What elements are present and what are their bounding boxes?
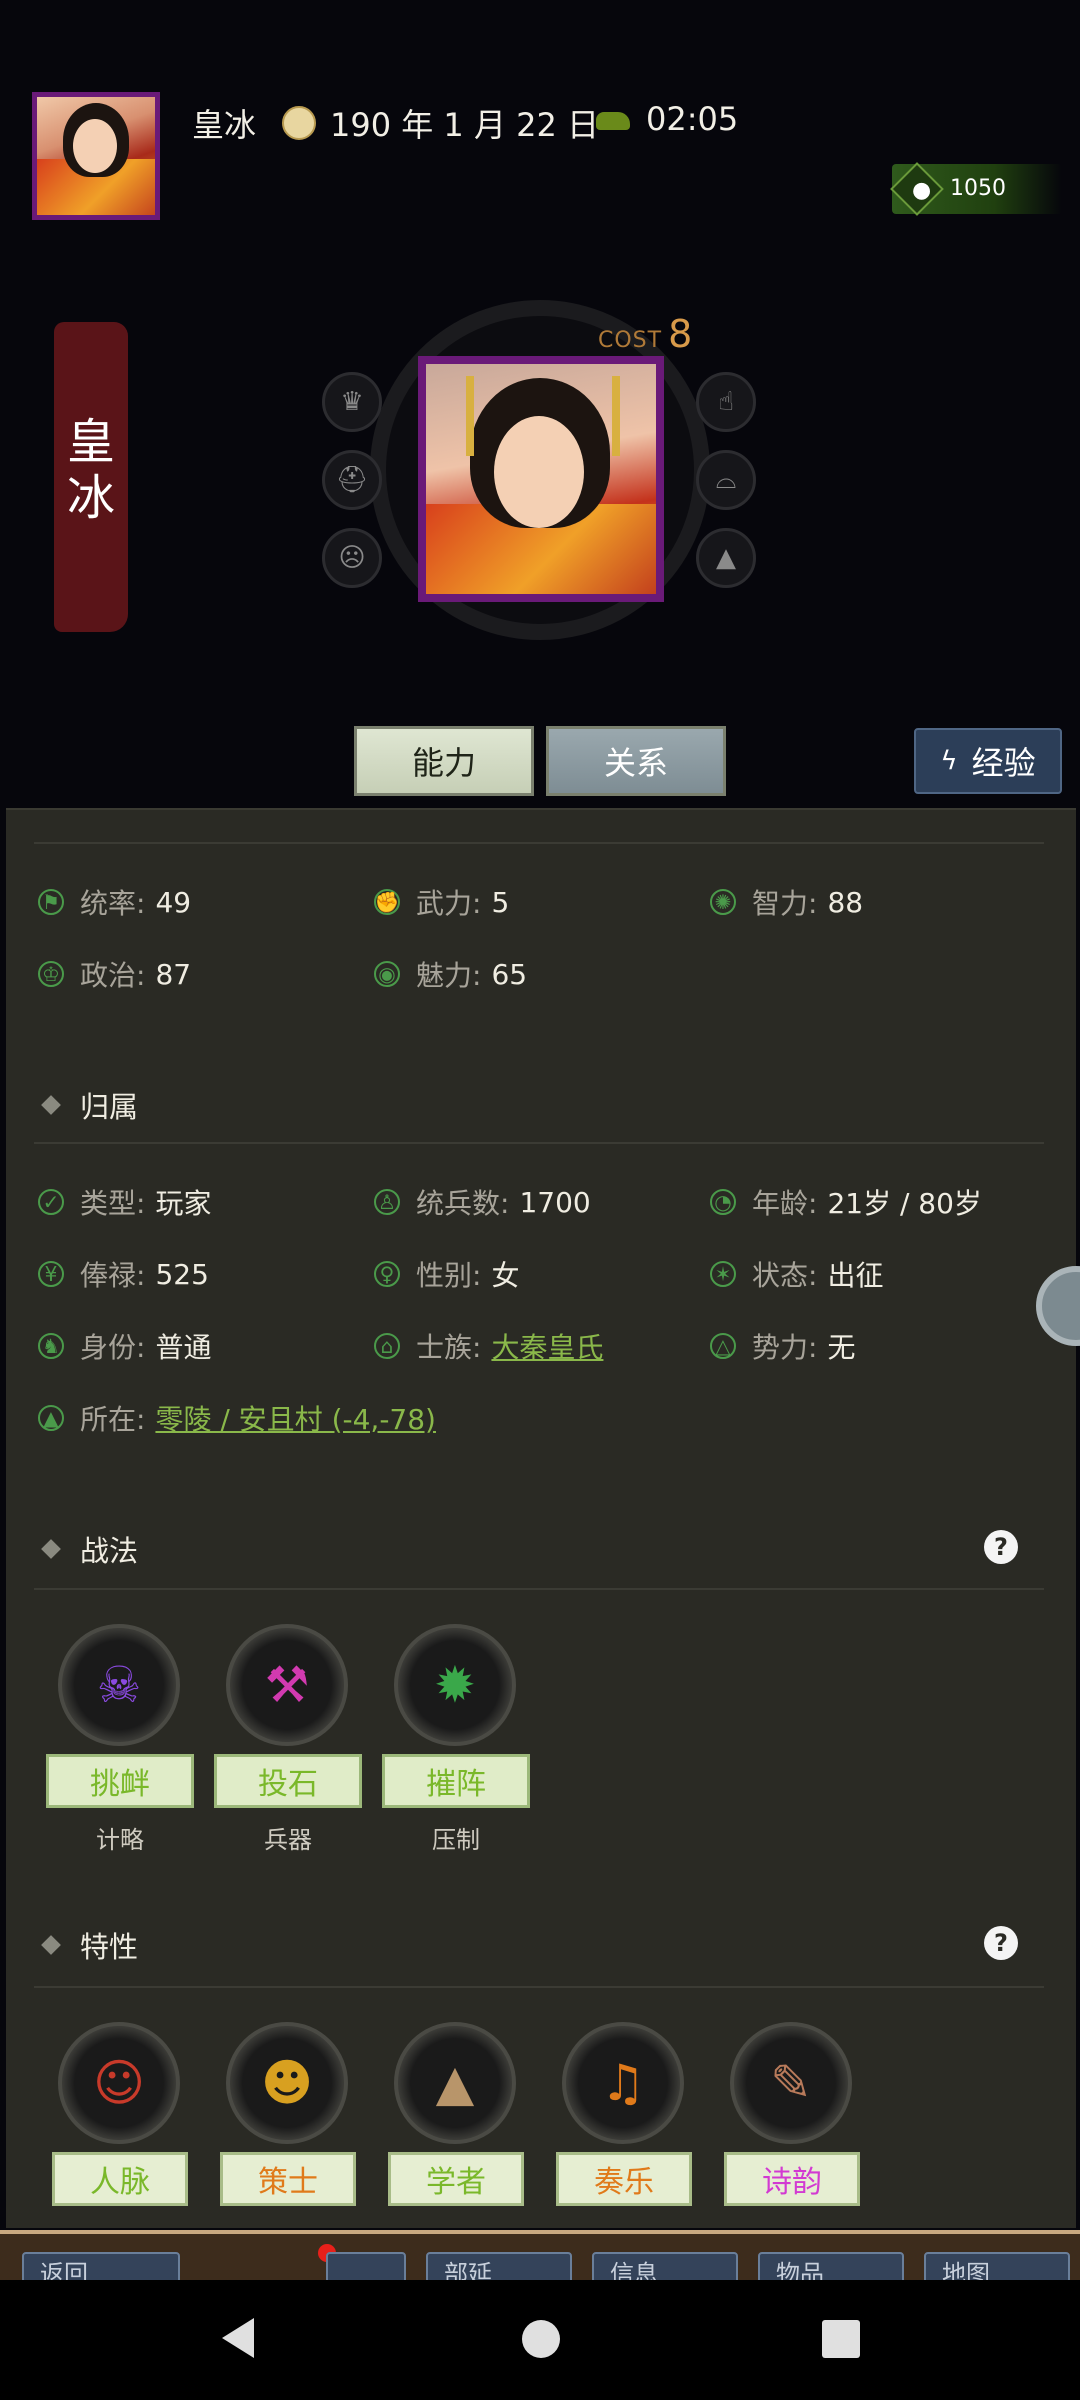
helmet-icon[interactable]: ⛑	[322, 450, 382, 510]
game-time: 02:05	[646, 100, 739, 138]
player-name: 皇冰	[192, 106, 257, 144]
yen-icon: ¥	[38, 1261, 64, 1287]
gender-icon: ♀	[374, 1261, 400, 1287]
stat-force: ✊ 武力: 5	[374, 885, 510, 920]
info-panel	[6, 808, 1076, 2228]
crown-small-icon: ♔	[38, 961, 64, 987]
banner-char-1: 皇	[66, 414, 115, 470]
experience-label: 经验	[971, 744, 1036, 782]
flag-icon: ⚑	[38, 889, 64, 915]
brain-icon: ✺	[710, 889, 736, 915]
info-button[interactable]: 信息	[592, 2252, 738, 2282]
stat-charm: ◉ 魅力: 65	[374, 954, 527, 994]
experience-button[interactable]: ϟ 经验	[914, 728, 1062, 794]
diamond-icon	[41, 1539, 61, 1559]
tactic-type: 压制	[432, 1826, 480, 1854]
stat-intellect: ✺ 智力: 88	[710, 882, 863, 922]
graduation-cap-icon[interactable]: ▲	[696, 528, 756, 588]
horse-icon	[596, 112, 630, 130]
diamond-icon	[41, 1935, 61, 1955]
toolbar-button-3[interactable]: 部延	[426, 2252, 572, 2282]
stat-politics: ♔ 政治: 87	[38, 954, 191, 994]
tactics-help-button[interactable]: ?	[984, 1530, 1018, 1564]
field-type: ✓ 类型: 玩家	[38, 1182, 211, 1222]
back-button[interactable]: 返回	[22, 2252, 180, 2282]
tactic-name[interactable]: 挑衅	[46, 1754, 194, 1808]
calendar-icon	[282, 106, 316, 140]
arm-icon: ✊	[374, 889, 400, 915]
section-belonging: 归属	[40, 1084, 138, 1126]
hand-icon[interactable]: ☝	[696, 372, 756, 432]
nav-home-icon[interactable]	[522, 2320, 560, 2358]
tab-relation[interactable]: 关系	[546, 726, 726, 796]
tactic-name[interactable]: 投石	[214, 1754, 362, 1808]
status-icon: ✶	[710, 1261, 736, 1287]
character-portrait[interactable]	[418, 356, 664, 602]
faction-icon: △	[710, 1333, 736, 1359]
field-location: ▲ 所在: 零陵 / 安且村 (-4,-78)	[38, 1398, 436, 1438]
map-button[interactable]: 地图	[924, 2252, 1070, 2282]
section-traits: 特性	[40, 1924, 138, 1966]
network-trait-icon[interactable]: ☺	[58, 2022, 180, 2144]
trait-name[interactable]: 奏乐	[556, 2152, 692, 2206]
nav-recents-icon[interactable]	[822, 2320, 860, 2358]
name-banner: 皇 冰	[54, 322, 128, 632]
nav-back-icon[interactable]	[222, 2318, 254, 2358]
scholar-trait-icon[interactable]: ▲	[394, 2022, 516, 2144]
trait-name[interactable]: 人脉	[52, 2152, 188, 2206]
field-troops: ♙ 统兵数: 1700	[374, 1182, 591, 1222]
field-salary: ¥ 俸禄: 525	[38, 1254, 209, 1294]
tactic-type: 兵器	[264, 1826, 312, 1854]
clan-link[interactable]: 大秦皇氏	[491, 1326, 603, 1366]
toolbar-button-2[interactable]	[326, 2252, 406, 2282]
soldier-icon: ♙	[374, 1189, 400, 1215]
tab-ability[interactable]: 能力	[354, 726, 534, 796]
strategist-trait-icon[interactable]: ☻	[226, 2022, 348, 2144]
field-identity: ♞ 身份: 普通	[38, 1326, 211, 1366]
field-gender: ♀ 性别: 女	[374, 1254, 519, 1294]
diamond-icon	[41, 1095, 61, 1115]
catapult-skill-icon[interactable]: ⚒	[226, 1624, 348, 1746]
currency-value: 1050	[950, 176, 1006, 201]
stat-command: ⚑ 统率: 49	[38, 882, 191, 922]
crown-icon[interactable]: ♛	[322, 372, 382, 432]
player-avatar[interactable]	[32, 92, 160, 220]
tactic-name[interactable]: 摧阵	[382, 1754, 530, 1808]
identity-icon: ♞	[38, 1333, 64, 1359]
banner-char-2: 冰	[66, 470, 115, 526]
divider	[34, 842, 1044, 844]
clan-icon: ⌂	[374, 1333, 400, 1359]
lightning-icon: ϟ	[940, 746, 958, 776]
field-age: ◔ 年龄: 21岁 / 80岁	[710, 1182, 982, 1222]
trait-name[interactable]: 学者	[388, 2152, 524, 2206]
music-trait-icon[interactable]: ♫	[562, 2022, 684, 2144]
field-clan: ⌂ 士族: 大秦皇氏	[374, 1326, 603, 1366]
divider	[34, 1142, 1044, 1144]
divider	[34, 1588, 1044, 1590]
hat-icon[interactable]: ⌓	[696, 450, 756, 510]
age-icon: ◔	[710, 1189, 736, 1215]
field-faction: △ 势力: 无	[710, 1326, 855, 1366]
field-status: ✶ 状态: 出征	[710, 1254, 883, 1294]
cost-value: 8	[668, 312, 694, 356]
cost-label: COST	[598, 328, 663, 353]
tactic-type: 计略	[96, 1826, 144, 1854]
provoke-skill-icon[interactable]: ☠	[58, 1624, 180, 1746]
cost-indicator: COST 8	[598, 312, 693, 356]
divider	[34, 1986, 1044, 1988]
eye-icon: ◉	[374, 961, 400, 987]
game-date: 190 年 1 月 22 日	[330, 106, 600, 144]
calendar-check-icon: ✓	[38, 1189, 64, 1215]
trait-name[interactable]: 诗韵	[724, 2152, 860, 2206]
traits-help-button[interactable]: ?	[984, 1926, 1018, 1960]
location-link[interactable]: 零陵 / 安且村 (-4,-78)	[155, 1398, 436, 1438]
mountain-icon: ▲	[38, 1405, 64, 1431]
mask-icon[interactable]: ☹	[322, 528, 382, 588]
section-tactics: 战法	[40, 1528, 138, 1570]
items-button[interactable]: 物品	[758, 2252, 904, 2282]
trait-name[interactable]: 策士	[220, 2152, 356, 2206]
poetry-trait-icon[interactable]: ✎	[730, 2022, 852, 2144]
suppress-skill-icon[interactable]: ✹	[394, 1624, 516, 1746]
